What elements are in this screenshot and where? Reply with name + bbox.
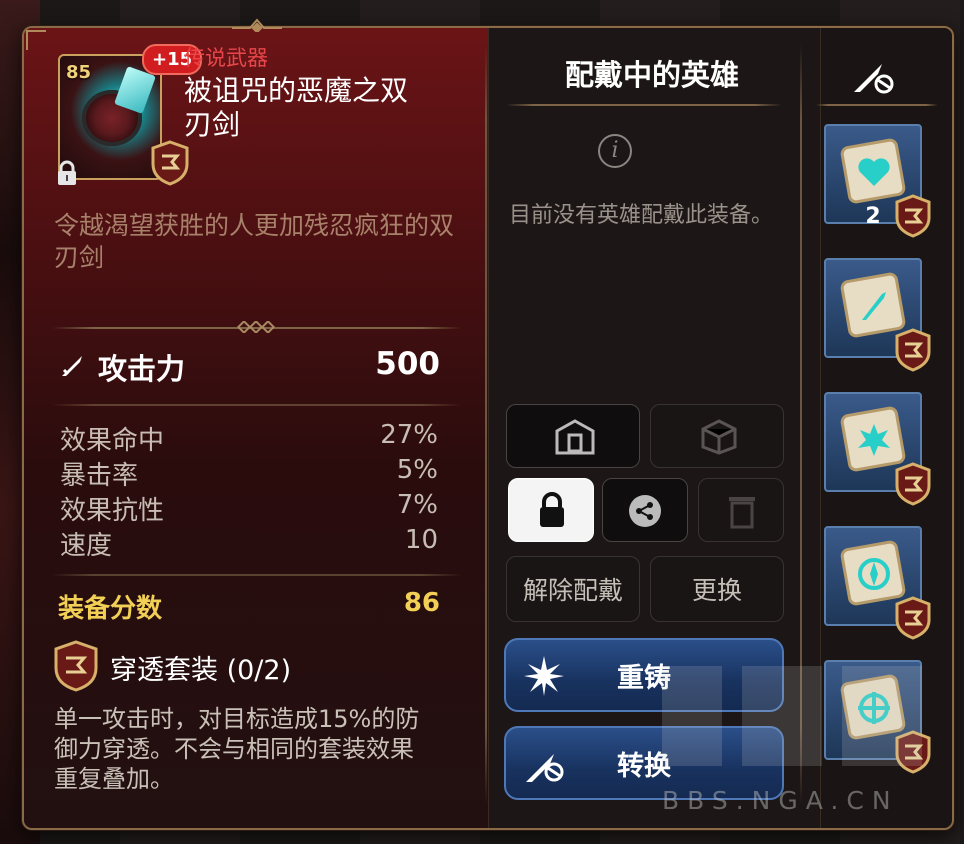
substat-value: 27% (380, 420, 438, 450)
convert-filter-icon[interactable] (852, 56, 898, 96)
attack-value: 500 (375, 346, 440, 382)
divider (52, 574, 462, 576)
cube-icon (701, 419, 737, 455)
share-button[interactable] (602, 478, 688, 542)
share-icon (629, 495, 661, 527)
substat-label: 效果命中 (60, 426, 165, 456)
lock-icon (540, 492, 564, 527)
substat-row: 效果命中 27% (60, 420, 438, 456)
substat-row: 速度 10 (60, 525, 438, 561)
lock-icon (58, 160, 76, 185)
substat-value: 7% (396, 490, 438, 520)
orb-rune-icon (858, 558, 890, 590)
set-title: 穿透套装 (0/2) (110, 655, 292, 686)
substat-label: 速度 (60, 531, 113, 561)
trash-icon (729, 497, 755, 529)
burst-rune-icon (858, 424, 890, 456)
artifact-slot[interactable] (824, 258, 931, 372)
artifact-slot[interactable] (824, 526, 931, 640)
substat-value: 5% (396, 455, 438, 485)
heart-rune-icon (858, 158, 890, 186)
watermark-text: BBS.NGA.CN (662, 786, 899, 815)
unequip-button[interactable]: 解除配戴 (506, 556, 640, 622)
set-description: 单一攻击时，对目标造成15%的防御力穿透。不会与相同的套装效果重复叠加。 (54, 705, 420, 793)
gear-score-label: 装备分数 (58, 594, 163, 624)
armory-icon (555, 419, 595, 455)
substat-row: 效果抗性 7% (60, 490, 438, 526)
convert-icon (526, 754, 564, 782)
info-icon: i (598, 134, 632, 168)
penetration-set-icon (895, 462, 931, 506)
attack-sword-icon (62, 356, 82, 376)
blade-rune-icon (862, 292, 886, 320)
extract-button[interactable] (650, 404, 784, 468)
item-level: 85 (66, 62, 92, 83)
hero-view-button[interactable] (506, 404, 640, 468)
lock-button[interactable] (508, 478, 594, 542)
penetration-set-icon (54, 640, 98, 692)
artifact-slot[interactable] (824, 392, 931, 506)
divider (816, 104, 938, 106)
reforge-icon (524, 656, 564, 696)
corner-ornament (26, 30, 46, 50)
substat-row: 暴击率 5% (60, 455, 438, 491)
equipped-hero-title: 配戴中的英雄 (564, 58, 739, 92)
divider (506, 104, 782, 106)
item-rarity: 传说武器 (184, 46, 268, 70)
no-hero-message: 目前没有英雄配戴此装备。 (508, 203, 773, 228)
item-name: 被诅咒的恶魔之双刃剑 (184, 74, 409, 141)
change-button[interactable]: 更换 (650, 556, 784, 622)
gear-score-value: 86 (403, 588, 440, 618)
penetration-set-icon (895, 596, 931, 640)
substat-value: 10 (404, 525, 438, 555)
divider-ornament (236, 321, 276, 333)
divider (52, 404, 462, 406)
penetration-set-icon (895, 328, 931, 372)
top-ornament (232, 18, 282, 32)
item-description: 令越渴望获胜的人更加残忍疯狂的双刃剑 (54, 211, 455, 272)
slot-count: 2 (865, 204, 881, 229)
substat-label: 效果抗性 (60, 496, 165, 526)
substat-label: 暴击率 (60, 461, 139, 491)
attack-label: 攻击力 (98, 352, 186, 386)
substat-list: 效果命中 27% 暴击率 5% 效果抗性 7% 速度 10 (60, 420, 438, 561)
nga-watermark-logo (662, 666, 922, 766)
penetration-set-icon (151, 140, 189, 186)
delete-button[interactable] (698, 478, 784, 542)
vertical-divider (485, 44, 487, 804)
